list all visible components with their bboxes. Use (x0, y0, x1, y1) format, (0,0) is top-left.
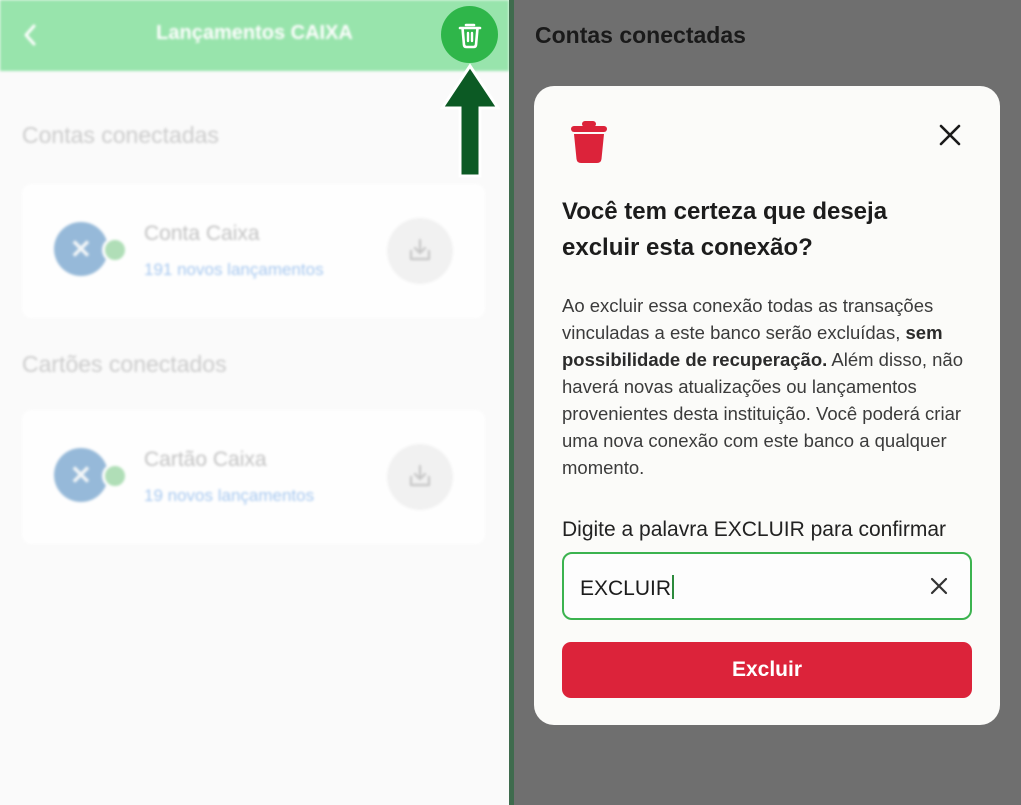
account-card[interactable]: ✕ Conta Caixa 191 novos lançamentos (22, 184, 485, 318)
confirm-input-value[interactable]: EXCLUIR (580, 575, 675, 601)
bank-logo-mark: ✕ (70, 234, 92, 264)
delete-confirmation-dialog: Você tem certeza que deseja excluir esta… (534, 86, 1000, 725)
description-text: Ao excluir essa conexão todas as transaç… (562, 295, 934, 343)
trash-icon (458, 23, 482, 49)
account-new-entries[interactable]: 191 novos lançamentos (144, 260, 324, 280)
dialog-heading: Você tem certeza que deseja excluir esta… (562, 198, 888, 261)
modal-screen: Contas conectadas Você tem certeza que d… (514, 0, 1021, 805)
bank-logo-mark: ✕ (70, 460, 92, 490)
account-name: Conta Caixa (144, 222, 260, 245)
clear-icon[interactable] (930, 577, 948, 595)
bank-logo: ✕ (54, 222, 108, 276)
delete-connection-button[interactable] (441, 6, 498, 63)
download-icon (409, 464, 431, 487)
confirm-input[interactable]: EXCLUIR (562, 552, 972, 620)
confirm-value-text: EXCLUIR (580, 577, 672, 600)
section-title-accounts: Contas conectadas (22, 122, 219, 148)
trash-icon (571, 121, 607, 163)
card-name: Cartão Caixa (144, 448, 267, 471)
link-badge-icon (102, 463, 128, 489)
dialog-description: Ao excluir essa conexão todas as transaç… (562, 292, 980, 481)
header-title: Lançamentos CAIXA (156, 22, 353, 44)
blurred-content: Lançamentos CAIXA Contas conectadas ✕ Co… (0, 0, 509, 805)
section-title-cards: Cartões conectados (22, 351, 227, 377)
page-title: Contas conectadas (535, 22, 746, 48)
delete-button[interactable]: Excluir (562, 642, 972, 698)
link-badge-icon (102, 237, 128, 263)
credit-card-card[interactable]: ✕ Cartão Caixa 19 novos lançamentos (22, 410, 485, 544)
import-button[interactable] (387, 218, 453, 284)
arrow-up-icon (440, 63, 500, 178)
close-icon[interactable] (939, 124, 961, 146)
bank-logo: ✕ (54, 448, 108, 502)
app-header: Lançamentos CAIXA (0, 0, 509, 71)
background-screen: Lançamentos CAIXA Contas conectadas ✕ Co… (0, 0, 509, 805)
card-new-entries[interactable]: 19 novos lançamentos (144, 486, 314, 506)
download-icon (409, 238, 431, 261)
import-button[interactable] (387, 444, 453, 510)
text-caret (672, 575, 675, 599)
confirm-label: Digite a palavra EXCLUIR para confirmar (562, 518, 946, 541)
